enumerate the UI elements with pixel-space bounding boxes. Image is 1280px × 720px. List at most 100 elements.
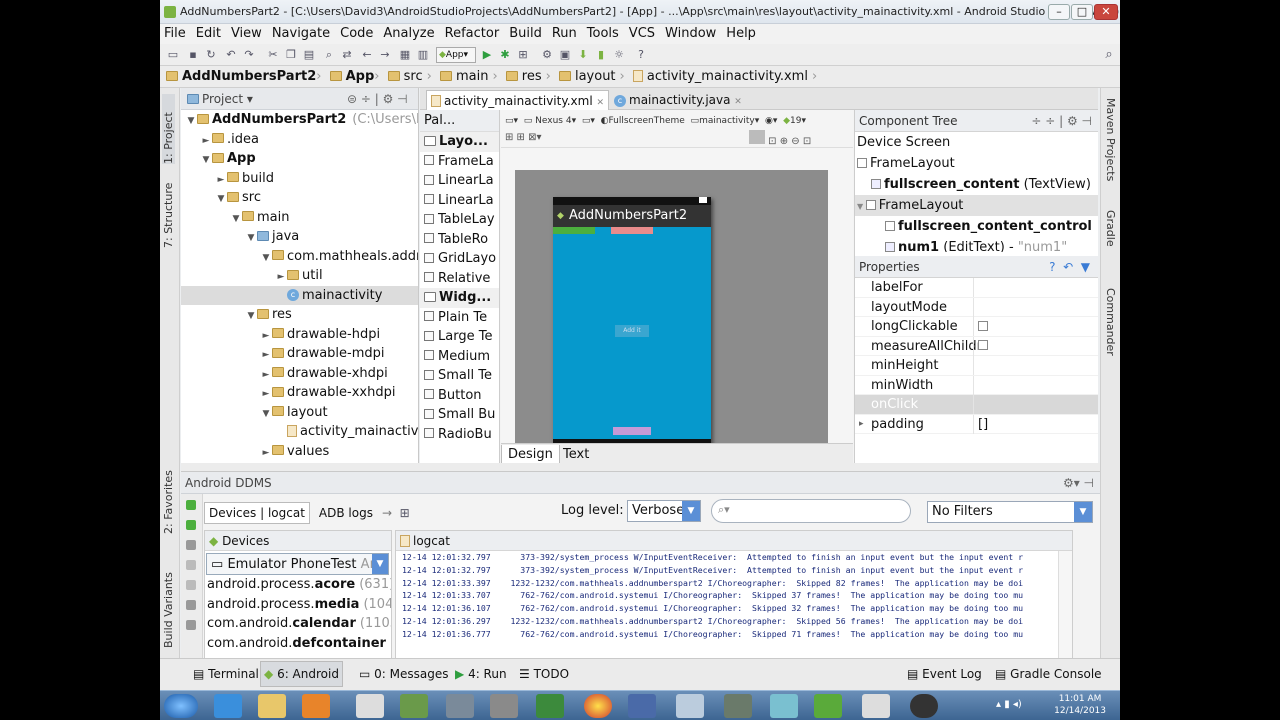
expand-arrow-icon[interactable]: ► [260,385,272,403]
result-textview[interactable] [613,427,651,435]
forward-icon[interactable]: → [378,48,392,62]
tree-item[interactable]: ► drawable-xxhdpi [181,383,418,403]
property-row[interactable]: longClickable [855,317,1098,337]
tree-item[interactable]: ► .idea [181,130,418,150]
property-value[interactable] [973,336,1093,356]
logcat-output[interactable]: 12-14 12:01:32.797 373-392/system_proces… [396,551,1072,641]
expand-arrow-icon[interactable]: ► [260,346,272,364]
tab-text[interactable]: Text [557,445,595,464]
tab-design[interactable]: Design [501,445,560,464]
redo-icon[interactable]: ↷ [242,48,256,62]
replace-icon[interactable]: ⇄ [340,48,354,62]
calculator-icon[interactable] [446,694,474,718]
android-tool-button[interactable]: ◆ 6: Android [260,661,343,687]
expand-arrow-icon[interactable]: ▼ [230,210,242,228]
expand-arrow-icon[interactable]: ▼ [260,249,272,267]
breadcrumb-main[interactable]: main [456,69,488,84]
process-item[interactable]: com.android.defcontainer ( [205,634,391,654]
messages-tool-button[interactable]: ▭ 0: Messages [356,661,452,687]
property-value[interactable] [973,278,1093,297]
property-row[interactable]: minHeight [855,356,1098,376]
log-line[interactable]: 12-14 12:01:32.797 373-392/system_proces… [396,551,1072,564]
chrome-icon[interactable] [584,694,612,718]
make-icon[interactable]: ▦ [398,48,412,62]
locale-icon[interactable]: ◉▾ [765,116,777,126]
find-icon[interactable]: ⌕ [322,48,336,62]
component-tree-item[interactable]: num1 (EditText) - "num1" [855,237,1098,252]
palette-item[interactable]: RadioBu [420,425,499,445]
gc-icon[interactable] [186,560,196,570]
menu-refactor[interactable]: Refactor [445,26,500,41]
todo-tool-button[interactable]: ☰ TODO [516,661,572,687]
run-tool-button[interactable]: ▶ 4: Run [452,661,510,687]
make-module-icon[interactable]: ▥ [416,48,430,62]
breadcrumb-res[interactable]: res [522,69,542,84]
expand-arrow-icon[interactable]: ▼ [857,202,866,211]
breadcrumb-src[interactable]: src [404,69,423,84]
property-value[interactable] [973,356,1093,375]
palette-item[interactable]: TableRo [420,230,499,250]
camtasia-icon[interactable] [536,694,564,718]
expand-arrow-icon[interactable]: ► [200,132,212,150]
filter-select[interactable]: No Filters ▼ [927,501,1093,523]
palette-item[interactable]: Small Te [420,366,499,386]
palette-item[interactable]: Small Bu [420,405,499,425]
tree-item[interactable]: ▼ java [181,227,418,247]
tree-item[interactable]: ► values [181,442,418,462]
tree-item[interactable]: ▼ layout [181,403,418,423]
tree-item[interactable]: ► drawable-mdpi [181,344,418,364]
undo-icon[interactable]: ↶ [224,48,238,62]
logcat-scrollbar[interactable] [1058,551,1072,658]
property-row[interactable]: onClick [855,395,1098,415]
expand-arrow-icon[interactable]: ▸ [859,415,864,435]
tree-item[interactable]: ► drawable-xhdpi [181,364,418,384]
component-tree-item[interactable]: FrameLayout [855,153,1098,174]
tree-item[interactable]: ▼ com.mathheals.addnu [181,247,418,267]
menu-vcs[interactable]: VCS [629,26,655,41]
menu-code[interactable]: Code [340,26,373,41]
tree-item[interactable]: c mainactivity [181,285,418,305]
layout-restore-icon[interactable]: ⊞ [400,506,410,520]
palette-item[interactable]: Plain Te [420,308,499,328]
palette-item[interactable]: LinearLa [420,171,499,191]
device-preview[interactable]: ◆AddNumbersPart2 Add it ↩⌂▭ [553,197,711,459]
expand-arrow-icon[interactable]: ► [260,444,272,462]
copy-icon[interactable]: ❐ [284,48,298,62]
menu-analyze[interactable]: Analyze [383,26,434,41]
activity-select[interactable]: ▭mainactivity▾ [691,116,760,126]
collapse-all-icon[interactable]: ⊜ ÷ | ⚙ ⊣ [347,88,408,110]
num2-edittext[interactable] [611,227,653,234]
splitter[interactable] [181,463,1100,471]
zoom-controls[interactable]: ⊡ ⊕ ⊖ ⊡ [749,130,811,147]
expand-arrow-icon[interactable]: ► [215,171,227,189]
avd-manager-icon[interactable]: ▮ [594,48,608,62]
palette-item[interactable]: Medium [420,347,499,367]
ie-icon[interactable] [214,694,242,718]
fullscreen-content[interactable]: Add it [553,227,711,439]
minimize-button[interactable]: – [1048,4,1070,20]
log-line[interactable]: 12-14 12:01:33.707 762-762/com.android.s… [396,589,1072,602]
palette-category[interactable]: Layo... [420,132,499,152]
project-panel-title[interactable]: Project [202,92,243,106]
expand-arrow-icon[interactable]: ▼ [245,229,257,247]
run-icon[interactable]: ▶ [480,48,494,62]
terminal-tool-button[interactable]: ▤ Terminal [190,661,262,687]
expand-arrow-icon[interactable]: ▼ [245,307,257,325]
property-row[interactable]: ▸ padding [] [855,414,1098,435]
tool-tab-structure[interactable]: 7: Structure [162,178,175,248]
tab-activity-xml[interactable]: activity_mainactivity.xml ✕ [426,90,610,110]
property-value[interactable] [973,395,1093,414]
app-icon[interactable] [724,694,752,718]
log-line[interactable]: 12-14 12:01:36.297 1232-1232/com.mathhea… [396,615,1072,628]
component-tree-item[interactable]: Device Screen [855,132,1098,153]
log-line[interactable]: 12-14 12:01:36.777 762-762/com.android.s… [396,628,1072,641]
event-log-tool-button[interactable]: ▤ Event Log [904,661,985,687]
android-studio-taskbar-icon[interactable] [814,694,842,718]
app-icon[interactable] [400,694,428,718]
maximize-button[interactable]: □ [1071,4,1093,20]
breadcrumb-layout[interactable]: layout [575,69,616,84]
tree-item[interactable]: ► util [181,266,418,286]
tool-tab-maven[interactable]: Maven Projects [1104,98,1117,181]
sdk-manager-icon[interactable]: ⬇ [576,48,590,62]
webcam-icon[interactable] [676,694,704,718]
